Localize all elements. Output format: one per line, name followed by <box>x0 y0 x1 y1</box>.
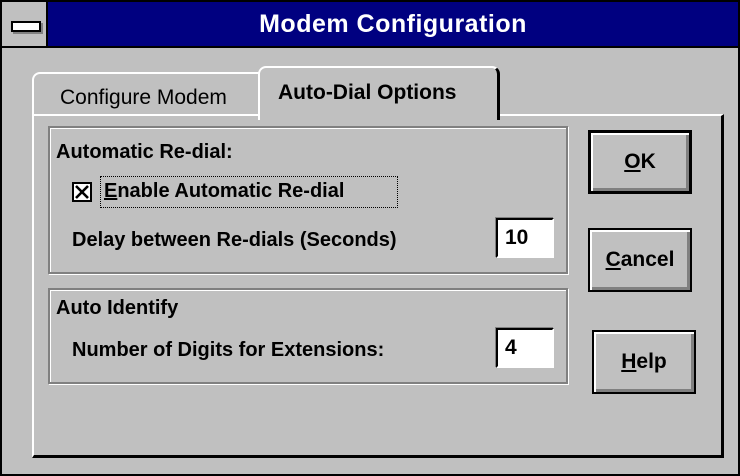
cancel-mnemonic: C <box>605 248 621 271</box>
enable-redial-checkbox[interactable] <box>72 182 92 202</box>
ok-mnemonic: O <box>624 150 641 173</box>
cancel-button[interactable]: Cancel <box>588 228 692 292</box>
system-menu-button[interactable] <box>2 2 48 46</box>
help-mnemonic: H <box>621 350 637 373</box>
tab-join <box>260 112 496 118</box>
automatic-redial-heading: Automatic Re-dial: <box>56 141 233 163</box>
digits-for-extensions-input[interactable]: 4 <box>496 328 554 368</box>
auto-identify-heading: Auto Identify <box>56 297 179 319</box>
cancel-label: ancel <box>620 248 675 271</box>
enable-redial-label[interactable]: Enable Automatic Re-dial <box>104 180 344 203</box>
checkmark-x-icon <box>75 185 89 199</box>
enable-redial-mnemonic: E <box>104 180 118 202</box>
digits-label: Number of Digits for Extensions: <box>72 339 385 361</box>
tab-configure-modem[interactable]: Configure Modem <box>32 72 268 114</box>
ok-label: K <box>640 150 656 173</box>
ok-button[interactable]: OK <box>588 130 692 194</box>
enable-redial-label-text: nable Automatic Re-dial <box>117 180 345 202</box>
delay-seconds-input[interactable]: 10 <box>496 218 554 258</box>
system-menu-icon <box>11 21 41 32</box>
help-button[interactable]: Help <box>592 330 696 394</box>
help-label: elp <box>636 350 667 373</box>
window-title: Modem Configuration <box>259 10 527 38</box>
delay-label: Delay between Re-dials (Seconds) <box>72 229 397 251</box>
title-bar: Modem Configuration <box>2 2 738 48</box>
